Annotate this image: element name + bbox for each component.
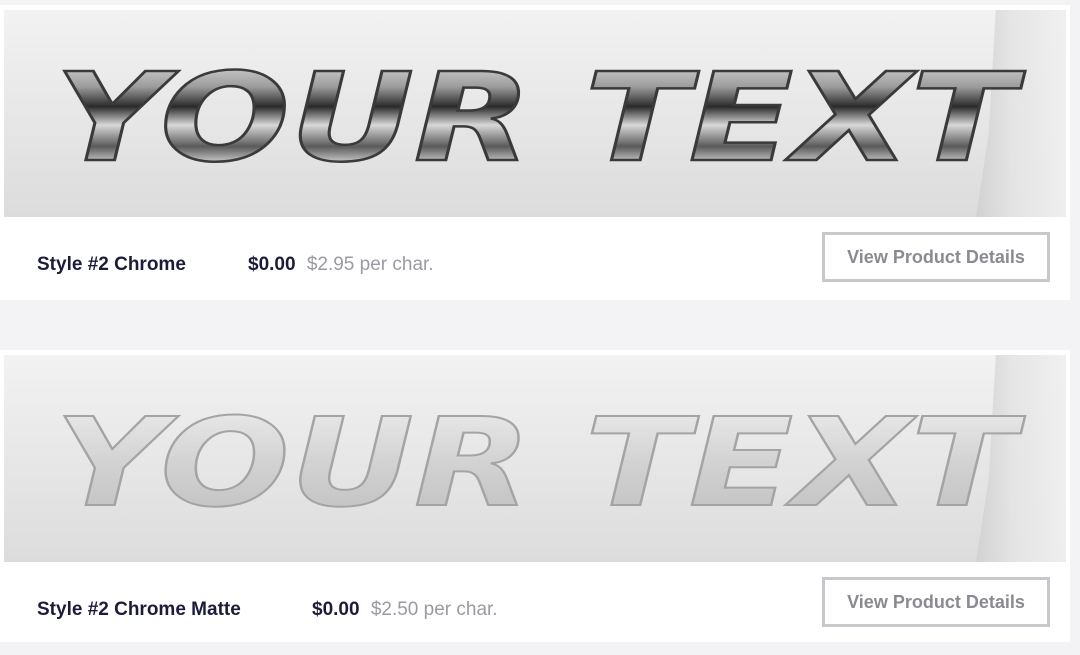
- product-name[interactable]: Style #2 Chrome Matte: [37, 599, 241, 621]
- product-price: $0.00 $2.95 per char.: [248, 254, 434, 276]
- product-price: $0.00 $2.50 per char.: [312, 599, 498, 621]
- per-char-price: $2.50 per char.: [370, 599, 498, 620]
- product-card: YOUR TEXT Style #2 Chrome $0.00 $2.95 pe…: [0, 5, 1070, 300]
- banner-text: YOUR TEXT: [55, 47, 1026, 189]
- banner-text: YOUR TEXT: [55, 392, 1026, 534]
- product-info-row: Style #2 Chrome $0.00 $2.95 per char. Vi…: [0, 217, 1070, 300]
- matte-lettering: YOUR TEXT: [54, 391, 1027, 535]
- base-price: $0.00: [248, 254, 296, 275]
- product-preview-image[interactable]: YOUR TEXT: [4, 10, 1066, 217]
- product-card: YOUR TEXT Style #2 Chrome Matte $0.00 $2…: [0, 350, 1070, 642]
- product-name[interactable]: Style #2 Chrome: [37, 254, 186, 276]
- view-product-details-button[interactable]: View Product Details: [822, 232, 1050, 282]
- per-char-price: $2.95 per char.: [306, 254, 434, 275]
- product-preview-image[interactable]: YOUR TEXT: [4, 355, 1066, 562]
- view-product-details-button[interactable]: View Product Details: [822, 577, 1050, 627]
- base-price: $0.00: [312, 599, 360, 620]
- chrome-lettering: YOUR TEXT: [54, 46, 1027, 191]
- product-info-row: Style #2 Chrome Matte $0.00 $2.50 per ch…: [0, 562, 1070, 642]
